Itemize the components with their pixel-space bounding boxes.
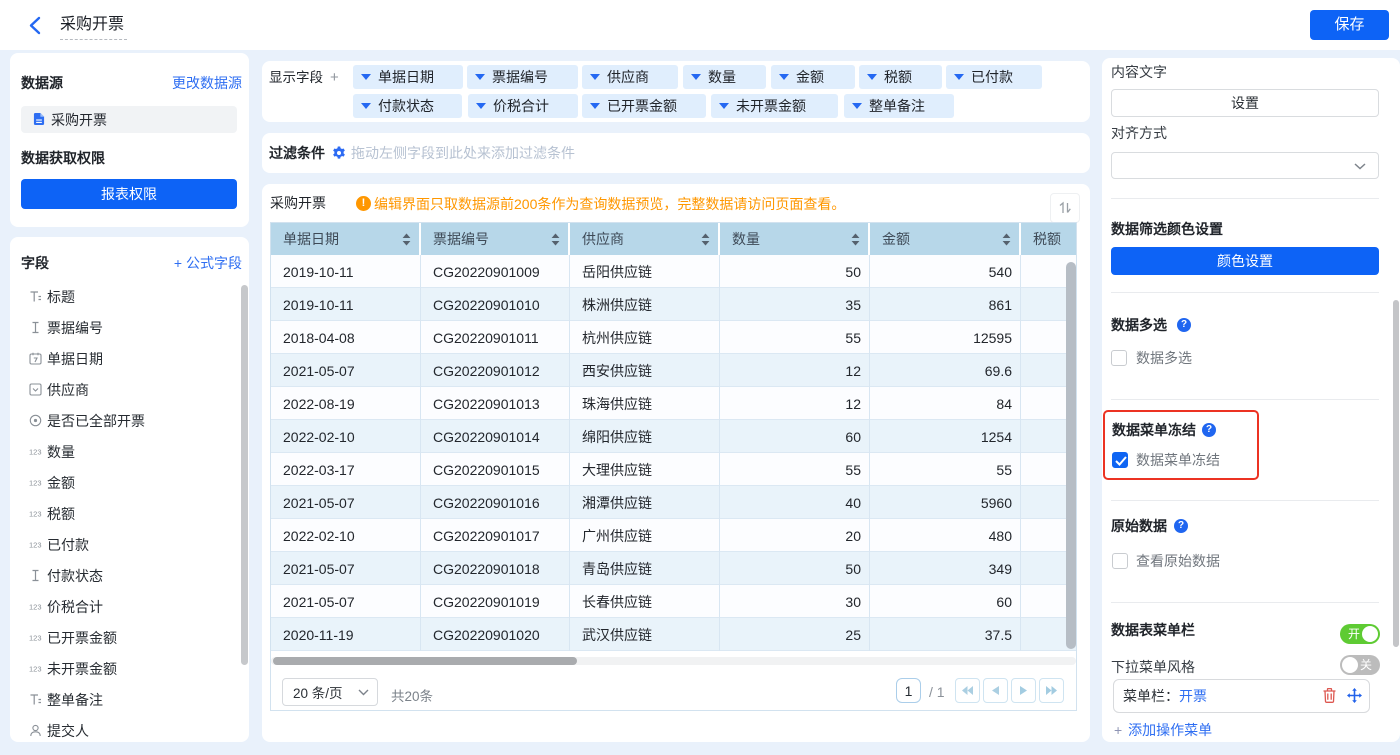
svg-text:123: 123 bbox=[29, 448, 42, 457]
svg-text:123: 123 bbox=[29, 603, 42, 612]
svg-text:123: 123 bbox=[29, 479, 42, 488]
svg-text:123: 123 bbox=[29, 634, 42, 643]
svg-text:123: 123 bbox=[29, 665, 42, 674]
svg-text:123: 123 bbox=[29, 541, 42, 550]
svg-text:123: 123 bbox=[29, 510, 42, 519]
